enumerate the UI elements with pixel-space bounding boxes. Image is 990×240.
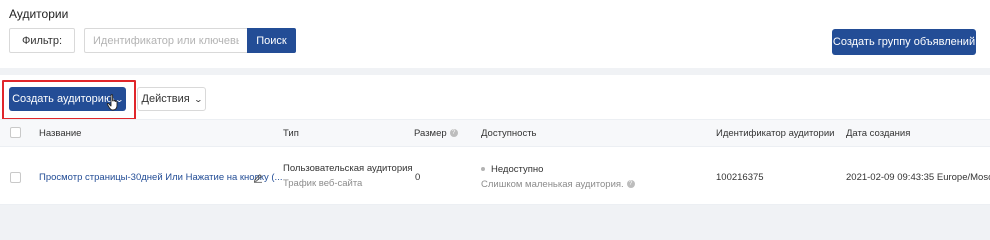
actions-label: Действия — [141, 93, 190, 105]
info-icon[interactable]: ? — [449, 129, 458, 138]
created-date: 2021-02-09 09:43:35 Europe/Moscow — [846, 172, 990, 183]
top-panel: Аудитории Фильтр: Поиск Создать группу о… — [0, 0, 990, 68]
audience-size: 0 — [415, 172, 421, 183]
search-input[interactable] — [84, 28, 247, 53]
availability-label: Недоступно — [491, 164, 544, 175]
column-header-type[interactable]: Тип — [283, 128, 299, 139]
info-icon[interactable]: ? — [626, 180, 635, 189]
column-header-size-label: Размер — [414, 128, 447, 139]
column-header-size[interactable]: Размер? — [414, 128, 458, 139]
availability-reason: Слишком маленькая аудитория.? — [481, 179, 635, 190]
status-dot-icon — [481, 167, 485, 172]
page-title: Аудитории — [9, 7, 69, 21]
audience-source: Трафик веб-сайта — [283, 178, 363, 189]
audience-name-link[interactable]: Просмотр страницы-30дней Или Нажатие на … — [39, 172, 282, 183]
table-row: Просмотр страницы-30дней Или Нажатие на … — [0, 151, 990, 205]
bottom-strip — [0, 205, 990, 213]
audience-id: 100216375 — [716, 172, 764, 183]
edit-icon[interactable] — [253, 173, 263, 183]
table-header: Название Тип Размер? Доступность Идентиф… — [0, 119, 990, 147]
availability-reason-label: Слишком маленькая аудитория. — [481, 179, 624, 190]
column-header-availability[interactable]: Доступность — [481, 128, 537, 139]
chevron-down-icon: ⌄ — [193, 94, 203, 104]
column-header-created[interactable]: Дата создания — [846, 128, 910, 139]
select-all-checkbox[interactable] — [10, 127, 21, 138]
search-button[interactable]: Поиск — [247, 28, 296, 53]
audience-type: Пользовательская аудитория — [283, 163, 413, 174]
hand-cursor-icon — [106, 94, 118, 111]
column-header-name[interactable]: Название — [39, 128, 81, 139]
filter-button[interactable]: Фильтр: — [9, 28, 75, 53]
availability-status: Недоступно — [481, 164, 543, 175]
actions-dropdown-button[interactable]: Действия ⌄ — [137, 87, 206, 111]
create-ad-group-button[interactable]: Создать группу объявлений — [832, 29, 976, 55]
row-checkbox[interactable] — [10, 172, 21, 183]
column-header-audience-id[interactable]: Идентификатор аудитории — [716, 128, 834, 139]
audience-table-panel: Создать аудиторию ⌄ Действия ⌄ Название … — [0, 75, 990, 213]
